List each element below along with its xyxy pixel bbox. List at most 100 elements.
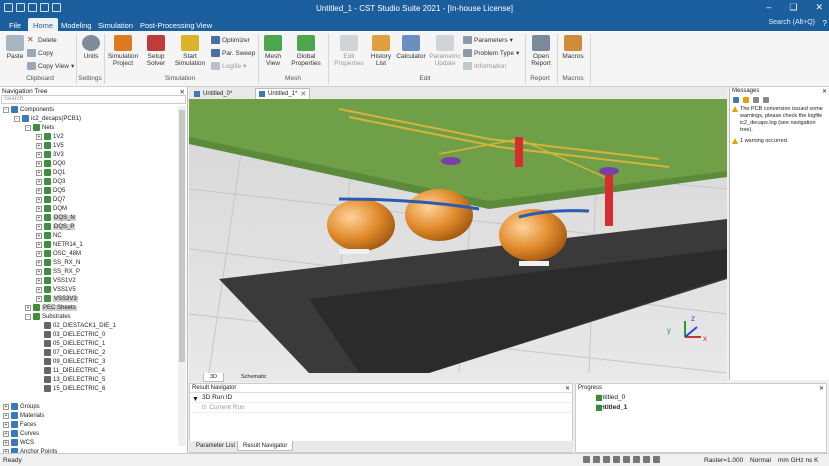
tree-node[interactable]: +1V5: [0, 142, 178, 151]
result-row[interactable]: 0: Current Run: [190, 403, 572, 413]
tab-file[interactable]: File: [4, 18, 26, 31]
tree-node[interactable]: + WCS: [0, 439, 178, 448]
tab-3d[interactable]: 3D: [203, 373, 225, 382]
paste-button[interactable]: Paste: [4, 35, 26, 60]
expand-icon[interactable]: +: [3, 421, 9, 428]
help-icon[interactable]: ?: [823, 19, 827, 28]
tab-home[interactable]: Home: [28, 18, 59, 31]
view-icon[interactable]: [643, 456, 650, 463]
close-icon[interactable]: ✕: [565, 385, 570, 392]
close-icon[interactable]: ✕: [819, 385, 824, 392]
restore-button[interactable]: ❏: [789, 2, 797, 13]
collapse-icon[interactable]: -: [25, 313, 31, 320]
tree-node[interactable]: + DQS_N: [0, 214, 178, 223]
message-item[interactable]: 1 warning occurred.: [730, 136, 829, 147]
tree-node[interactable]: + VSS3V3: [0, 295, 178, 304]
expand-icon[interactable]: +: [36, 277, 42, 284]
mesh-view-button[interactable]: Mesh View: [262, 35, 284, 67]
tree-node[interactable]: + DQ5: [0, 187, 178, 196]
view-icon[interactable]: [603, 456, 610, 463]
tree-node[interactable]: - Substrates: [0, 313, 178, 322]
view-icon[interactable]: [593, 456, 600, 463]
clear-icon[interactable]: [753, 96, 759, 103]
close-button[interactable]: ✕: [815, 2, 823, 13]
tree-node[interactable]: 05_DIELECTRIC_1: [0, 340, 178, 349]
tab-untitled-0[interactable]: Untitled_0*: [191, 88, 235, 99]
tree-node[interactable]: +3V3: [0, 151, 178, 160]
collapse-icon[interactable]: -: [25, 124, 31, 131]
expand-icon[interactable]: +: [3, 430, 9, 437]
expand-icon[interactable]: +: [36, 187, 42, 194]
view-icon[interactable]: [583, 456, 590, 463]
global-properties-button[interactable]: Global Properties: [288, 35, 324, 67]
expand-icon[interactable]: +: [36, 241, 42, 248]
expand-icon[interactable]: +: [36, 259, 42, 266]
problem-type-button[interactable]: Problem Type ▾: [463, 49, 519, 57]
tree-node[interactable]: 09_DIELECTRIC_3: [0, 358, 178, 367]
tab-simulation[interactable]: Simulation: [93, 18, 138, 31]
expand-icon[interactable]: +: [36, 295, 42, 302]
expand-icon[interactable]: +: [36, 268, 42, 275]
tree-node[interactable]: + SS_RX_P: [0, 268, 178, 277]
view-icon[interactable]: [633, 456, 640, 463]
progress-item[interactable]: Untitled_1: [576, 403, 826, 413]
edit-properties-button[interactable]: Edit Properties: [332, 35, 366, 67]
view-icon[interactable]: [653, 456, 660, 463]
calculator-button[interactable]: Calculator: [395, 35, 427, 60]
tree-node[interactable]: + OSC_48M: [0, 250, 178, 259]
expand-icon[interactable]: +: [36, 250, 42, 257]
tree-node[interactable]: - ic2_decaps(PCB1): [0, 115, 178, 124]
tree-node[interactable]: + VSS1V2: [0, 277, 178, 286]
tree-node[interactable]: + NC: [0, 232, 178, 241]
tree-node[interactable]: + PEC Sheets: [0, 304, 178, 313]
view-icon[interactable]: [613, 456, 620, 463]
filter-icon[interactable]: ▼: [192, 396, 199, 403]
progress-item[interactable]: Untitled_0: [576, 393, 826, 403]
tree-node[interactable]: + DQ0: [0, 160, 178, 169]
expand-icon[interactable]: +: [36, 142, 42, 149]
info-filter-icon[interactable]: [733, 96, 739, 103]
expand-icon[interactable]: +: [36, 286, 42, 293]
expand-icon[interactable]: +: [3, 412, 9, 419]
expand-icon[interactable]: +: [36, 151, 42, 158]
expand-icon[interactable]: +: [25, 304, 31, 311]
warning-filter-icon[interactable]: [743, 96, 749, 103]
close-icon[interactable]: ✕: [180, 88, 185, 96]
parametric-update-button[interactable]: Parametric Update: [428, 35, 462, 67]
tree-node[interactable]: + DQM: [0, 205, 178, 214]
result-row[interactable]: 3D Run ID: [190, 393, 572, 403]
units-readout[interactable]: mm GHz ns K: [778, 457, 818, 464]
tree-node[interactable]: + Faces: [0, 421, 178, 430]
setup-solver-button[interactable]: Setup Solver: [143, 35, 169, 67]
delete-button[interactable]: ✕ Delete: [27, 36, 57, 44]
expand-icon[interactable]: +: [36, 223, 42, 230]
view-icon[interactable]: [623, 456, 630, 463]
expand-icon[interactable]: +: [36, 205, 42, 212]
simulation-project-button[interactable]: Simulation Project: [105, 35, 141, 67]
expand-icon[interactable]: +: [36, 196, 42, 203]
tab-view[interactable]: View: [191, 18, 217, 31]
minimize-button[interactable]: –: [766, 2, 771, 13]
tree-node[interactable]: + NETR14_1: [0, 241, 178, 250]
tree-node[interactable]: - Components: [0, 106, 178, 115]
tab-post-processing[interactable]: Post-Processing: [135, 18, 200, 31]
par-sweep-button[interactable]: Par. Sweep: [211, 49, 255, 57]
tree-node[interactable]: 13_DIELECTRIC_5: [0, 376, 178, 385]
tree-node[interactable]: 07_DIELECTRIC_2: [0, 349, 178, 358]
expand-icon[interactable]: +: [36, 133, 42, 140]
tab-modeling[interactable]: Modeling: [56, 18, 96, 31]
expand-icon[interactable]: +: [36, 232, 42, 239]
tree-node[interactable]: - Nets: [0, 124, 178, 133]
tree-node[interactable]: +1V2: [0, 133, 178, 142]
collapse-icon[interactable]: -: [14, 115, 20, 122]
tree-search-input[interactable]: Search: [1, 95, 186, 104]
information-button[interactable]: Information: [463, 62, 507, 70]
tree-node[interactable]: + DQ3: [0, 178, 178, 187]
close-tab-icon[interactable]: ✕: [300, 90, 306, 98]
tree-node[interactable]: + VSS1V5: [0, 286, 178, 295]
expand-icon[interactable]: +: [36, 169, 42, 176]
optimizer-button[interactable]: Optimizer: [211, 36, 250, 44]
units-button[interactable]: Units: [80, 35, 102, 60]
tree-node[interactable]: + DQ1: [0, 169, 178, 178]
tab-untitled-1[interactable]: Untitled_1* ✕: [255, 88, 311, 99]
